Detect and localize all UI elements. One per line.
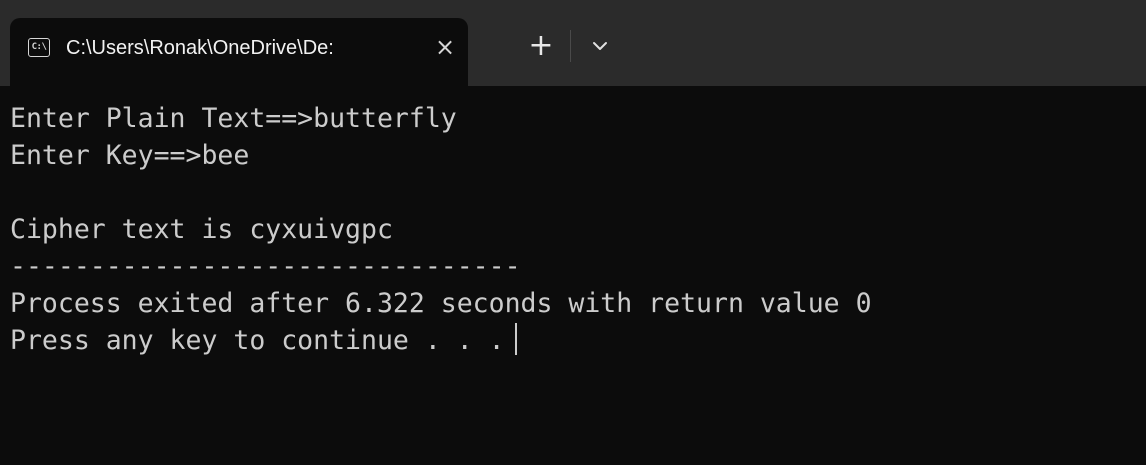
console-output[interactable]: Enter Plain Text==>butterfly Enter Key==… [0, 86, 1146, 465]
close-tab-button[interactable]: × [433, 33, 457, 61]
dropdown-button[interactable] [588, 34, 612, 58]
console-separator: -------------------------------- [10, 251, 521, 282]
prompt-text: Press any key to continue . . . [10, 325, 505, 356]
new-tab-button[interactable]: + [525, 30, 557, 62]
chevron-down-icon [593, 42, 607, 50]
console-line-plain-text: Enter Plain Text==>butterfly [10, 103, 457, 134]
console-line-key: Enter Key==>bee [10, 140, 250, 171]
tab-title[interactable]: C:\Users\Ronak\OneDrive\De: [66, 34, 406, 62]
console-line-cipher: Cipher text is cyxuivgpc [10, 214, 393, 245]
tab-bar: C:\ C:\Users\Ronak\OneDrive\De: × + [0, 0, 1146, 86]
console-icon: C:\ [28, 38, 50, 57]
tab-divider [570, 30, 571, 62]
console-line-exit-status: Process exited after 6.322 seconds with … [10, 288, 872, 319]
text-cursor [514, 323, 517, 355]
console-line-prompt: Press any key to continue . . . [10, 322, 1146, 359]
